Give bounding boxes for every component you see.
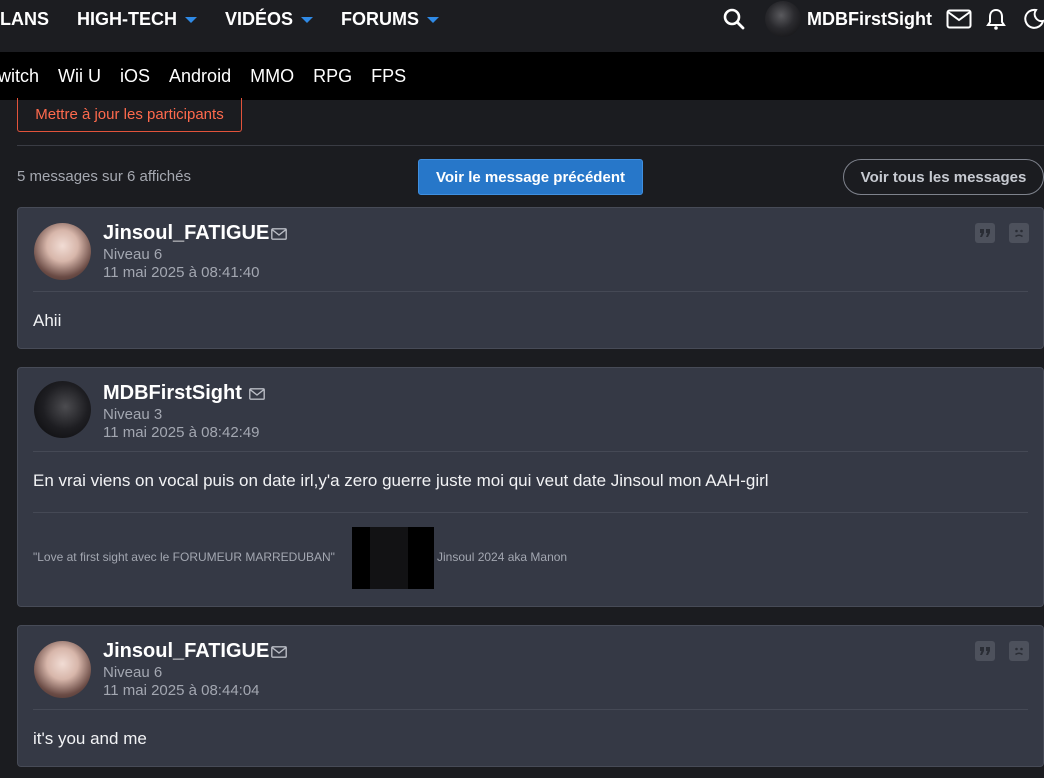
report-icon	[1012, 644, 1026, 658]
caret-down-icon	[185, 17, 197, 23]
report-button[interactable]	[1009, 223, 1029, 243]
main-menu: LANS HIGH-TECH VIDÉOS FORUMS	[0, 0, 440, 38]
menu-item-label: LANS	[0, 8, 49, 29]
caret-down-icon	[301, 17, 314, 23]
post-author[interactable]: Jinsoul_FATIGUE	[103, 640, 269, 663]
post-author-level: Niveau 6	[103, 664, 163, 681]
post-divider	[33, 709, 1028, 710]
caret-down-icon	[427, 17, 440, 23]
top-nav: LANS HIGH-TECH VIDÉOS FORUMS MDBFirstSig…	[0, 0, 1044, 52]
report-icon	[1012, 226, 1026, 240]
signature-text: Jinsoul 2024 aka Manon	[437, 550, 568, 564]
quote-icon	[979, 646, 991, 656]
signature-divider	[33, 512, 1028, 513]
menu-item-videos[interactable]: VIDÉOS	[225, 8, 314, 30]
bell-icon[interactable]	[986, 8, 1006, 30]
search-icon[interactable]	[723, 8, 745, 30]
menu-item-lans[interactable]: LANS	[0, 9, 49, 30]
mail-icon[interactable]	[271, 645, 287, 663]
menu-item-label: HIGH-TECH	[77, 8, 177, 29]
subnav-item-mmo[interactable]: MMO	[250, 66, 294, 87]
post-author[interactable]: MDBFirstSight	[103, 382, 242, 405]
report-button[interactable]	[1009, 641, 1029, 661]
subnav-item-fps[interactable]: FPS	[371, 66, 406, 87]
signature-text: "Love at first sight avec le FORUMEUR MA…	[33, 550, 335, 564]
message-count: 5 messages sur 6 affichés	[17, 168, 191, 185]
current-username[interactable]: MDBFirstSight	[807, 9, 932, 30]
avatar[interactable]	[34, 641, 91, 698]
menu-item-label: FORUMS	[341, 8, 420, 29]
post: MDBFirstSight Niveau 3 11 mai 2025 à 08:…	[17, 367, 1044, 607]
subnav-item-ios[interactable]: iOS	[120, 66, 150, 87]
all-messages-button[interactable]: Voir tous les messages	[843, 159, 1044, 195]
post-date[interactable]: 11 mai 2025 à 08:41:40	[103, 264, 260, 281]
avatar[interactable]	[34, 223, 91, 280]
avatar[interactable]	[34, 381, 91, 438]
subnav-item-android[interactable]: Android	[169, 66, 231, 87]
mail-icon[interactable]	[271, 227, 287, 245]
avatar[interactable]	[765, 1, 801, 37]
moon-icon[interactable]	[1022, 8, 1044, 30]
mail-icon[interactable]	[249, 387, 265, 405]
user-tools: MDBFirstSight	[723, 0, 1044, 38]
subnav-item-wii-u[interactable]: Wii U	[58, 66, 101, 87]
mail-icon[interactable]	[946, 9, 972, 29]
divider	[17, 145, 1044, 146]
post-text: Ahii	[33, 311, 62, 330]
quote-icon	[979, 228, 991, 238]
post-author-level: Niveau 3	[103, 406, 163, 423]
signature-image	[352, 527, 434, 589]
post-divider	[33, 451, 1028, 452]
post-text: En vrai viens on vocal puis on date irl,…	[33, 471, 769, 490]
post-text: it's you and me	[33, 729, 147, 748]
post: Jinsoul_FATIGUE Niveau 6 11 mai 2025 à 0…	[17, 207, 1044, 349]
post-divider	[33, 291, 1028, 292]
sub-nav: witch Wii U iOS Android MMO RPG FPS	[0, 52, 1044, 100]
post: Jinsoul_FATIGUE Niveau 6 11 mai 2025 à 0…	[17, 625, 1044, 767]
signature-image-content	[370, 527, 408, 589]
subnav-item-rpg[interactable]: RPG	[313, 66, 352, 87]
post-date[interactable]: 11 mai 2025 à 08:44:04	[103, 682, 260, 699]
menu-item-forums[interactable]: FORUMS	[341, 8, 440, 30]
previous-message-button[interactable]: Voir le message précédent	[418, 159, 643, 195]
menu-item-high-tech[interactable]: HIGH-TECH	[77, 9, 197, 30]
subnav-item-switch[interactable]: witch	[0, 66, 39, 87]
post-author-level: Niveau 6	[103, 246, 163, 263]
post-date[interactable]: 11 mai 2025 à 08:42:49	[103, 424, 260, 441]
menu-item-label: VIDÉOS	[225, 8, 294, 29]
post-author[interactable]: Jinsoul_FATIGUE	[103, 222, 269, 245]
quote-button[interactable]	[975, 223, 995, 243]
update-participants-button[interactable]: Mettre à jour les participants	[17, 98, 242, 132]
quote-button[interactable]	[975, 641, 995, 661]
